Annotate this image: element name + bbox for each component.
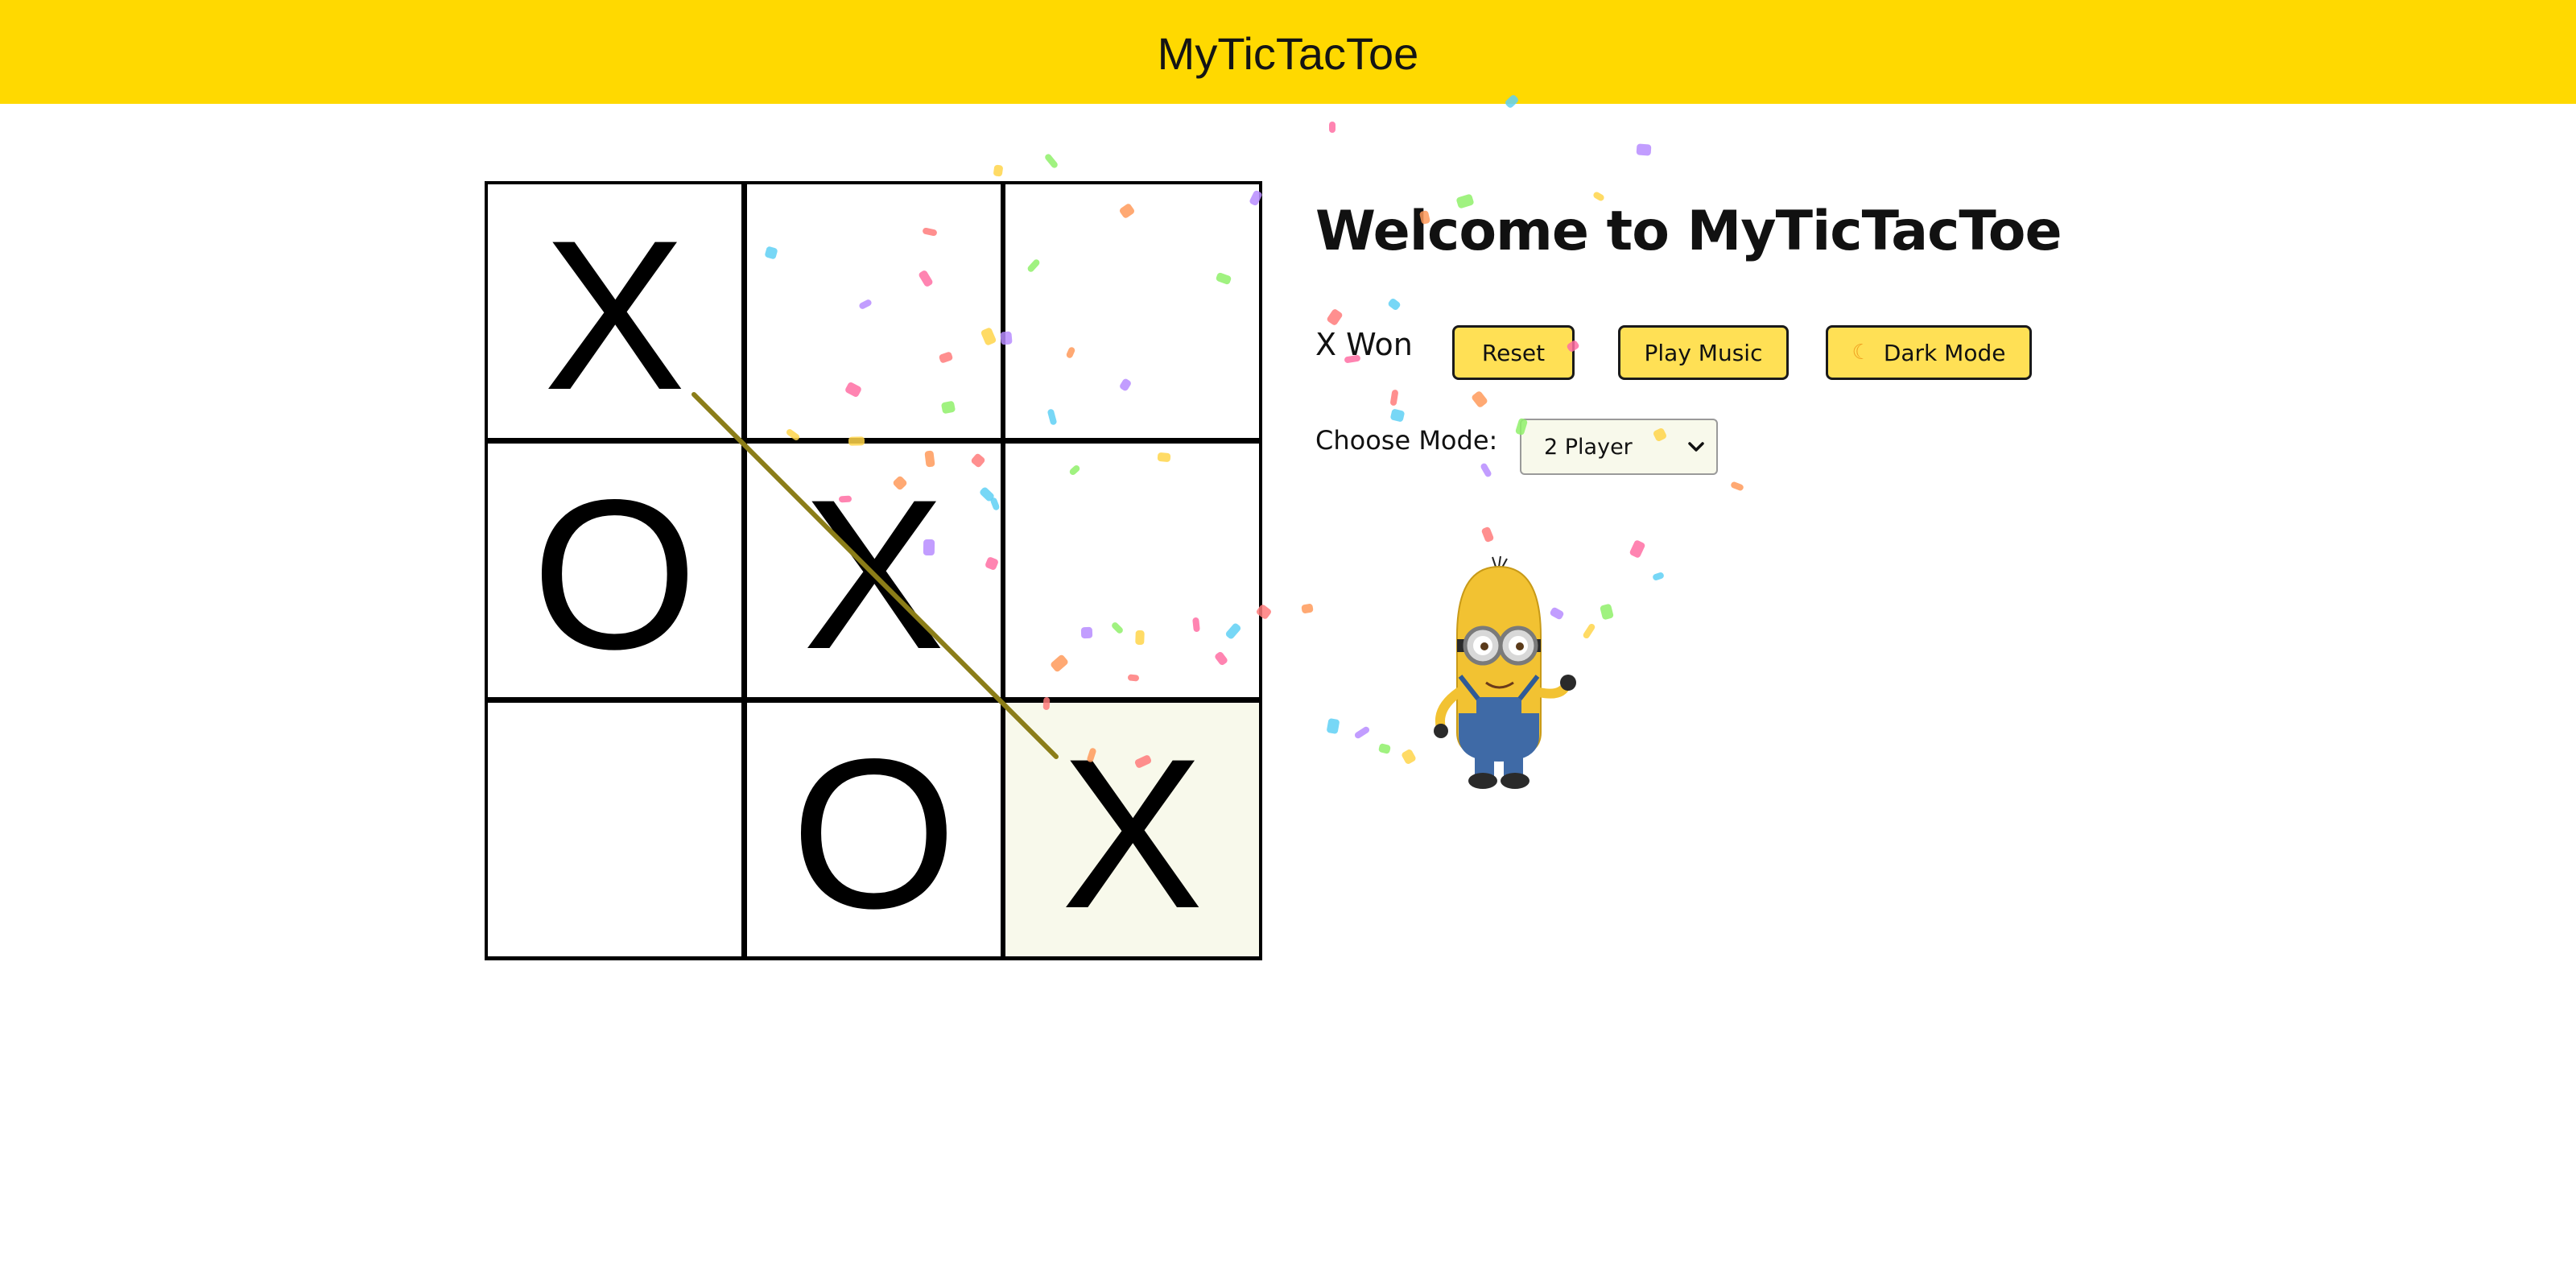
dark-mode-button[interactable]: ☾ Dark Mode <box>1826 325 2032 380</box>
confetti-piece <box>1390 409 1405 422</box>
moon-icon: ☾ <box>1852 341 1871 365</box>
play-music-button-label: Play Music <box>1644 339 1763 366</box>
board-cell-8[interactable]: O <box>747 703 1001 956</box>
page-heading: Welcome to MyTicTacToe <box>1315 200 2062 263</box>
confetti-piece <box>1480 463 1492 477</box>
game-status: X Won <box>1315 327 1413 362</box>
confetti-piece <box>1472 391 1488 407</box>
minion-mascot-image <box>1434 555 1576 789</box>
mode-label: Choose Mode: <box>1315 425 1498 456</box>
confetti-piece <box>1731 481 1744 491</box>
mode-select[interactable]: 2 Player <box>1520 419 1718 475</box>
board-cell-6[interactable] <box>1005 444 1259 697</box>
confetti-piece <box>1390 390 1398 406</box>
game-board: X O X O X <box>485 181 1262 960</box>
board-cell-5[interactable]: X <box>747 444 1001 697</box>
confetti-piece <box>1327 309 1343 325</box>
confetti-piece <box>1045 154 1058 168</box>
confetti-effect <box>765 95 1744 768</box>
brand-title: MyTicTacToe <box>1157 28 1419 79</box>
board-cell-7[interactable] <box>488 703 741 956</box>
board-cell-2[interactable] <box>747 184 1001 438</box>
play-music-button[interactable]: Play Music <box>1618 325 1789 380</box>
confetti-piece <box>1388 298 1401 311</box>
confetti-piece <box>1329 122 1335 133</box>
reset-button[interactable]: Reset <box>1452 325 1575 380</box>
win-line-overlay <box>691 392 1059 759</box>
mode-select-value: 2 Player <box>1544 435 1633 460</box>
navbar: MyTicTacToe <box>0 0 2576 104</box>
board-cell-3[interactable] <box>1005 184 1259 438</box>
board-cell-1[interactable]: X <box>488 184 741 438</box>
confetti-piece <box>993 164 1003 177</box>
confetti-piece <box>1600 604 1614 620</box>
board-cell-9[interactable]: X <box>1005 703 1259 956</box>
chevron-down-icon <box>1688 442 1704 452</box>
confetti-piece <box>1301 604 1314 613</box>
confetti-piece <box>1354 726 1370 739</box>
page: MyTicTacToe X O X O X Welcome to MyTicTa… <box>0 0 2576 1288</box>
confetti-piece <box>1327 718 1340 734</box>
reset-button-label: Reset <box>1481 339 1546 366</box>
confetti-piece <box>1378 743 1391 754</box>
confetti-piece <box>1629 540 1645 558</box>
dark-mode-button-label: Dark Mode <box>1883 339 2006 366</box>
confetti-piece <box>1636 143 1652 156</box>
confetti-piece <box>1653 572 1664 580</box>
confetti-piece <box>1481 526 1494 543</box>
board-cell-4[interactable]: O <box>488 444 741 697</box>
